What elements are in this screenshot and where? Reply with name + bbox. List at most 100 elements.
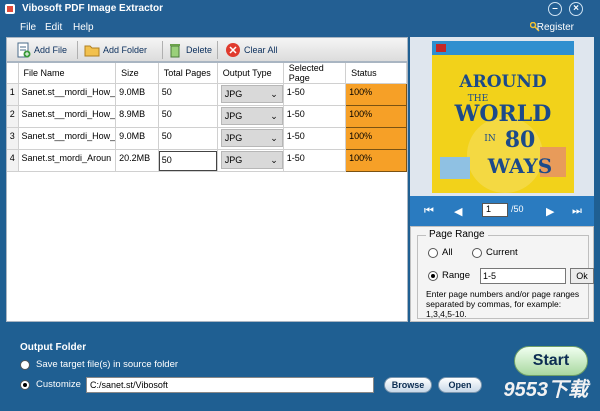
cell-size: 20.2MB — [115, 149, 159, 172]
radio-customize[interactable] — [20, 380, 30, 390]
table-header: File Name Size Total Pages Output Type S… — [7, 63, 407, 84]
cell-total-pages: 50 — [158, 83, 218, 106]
output-type-select[interactable]: JPG ⌄ — [220, 129, 283, 147]
output-path-input[interactable]: C:/sanet.st/Vibosoft — [86, 377, 374, 393]
header-selected-page[interactable]: Selected Page — [283, 63, 347, 84]
radio-range[interactable] — [428, 271, 438, 281]
add-file-icon — [17, 42, 31, 58]
open-button[interactable]: Open — [438, 377, 482, 393]
menu-edit[interactable]: Edit — [45, 22, 62, 33]
cell-selected-page: 1-50 — [283, 83, 347, 106]
add-folder-label: Add Folder — [103, 45, 148, 55]
toolbar-divider — [217, 41, 218, 59]
add-folder-button[interactable]: Add Folder — [84, 41, 147, 59]
ok-button[interactable]: Ok — [570, 268, 594, 284]
output-folder-title: Output Folder — [20, 342, 87, 353]
menu-file[interactable]: File — [20, 22, 36, 33]
row-number: 2 — [7, 105, 19, 128]
cell-output-type: JPG ⌄ — [217, 83, 284, 106]
radio-all[interactable] — [428, 248, 438, 258]
start-button[interactable]: Start — [514, 346, 588, 376]
cell-status: 100% — [345, 83, 407, 106]
table-row[interactable]: 4 Sanet.st_mordi_Aroun 20.2MB 50 JPG ⌄ 1… — [7, 149, 407, 172]
radio-current-label: Current — [486, 247, 518, 258]
output-type-select[interactable]: JPG ⌄ — [220, 107, 283, 125]
cell-size: 9.0MB — [115, 83, 159, 106]
window-title: Vibosoft PDF Image Extractor — [22, 3, 163, 14]
header-index — [7, 63, 19, 84]
header-total-pages[interactable]: Total Pages — [158, 63, 218, 84]
header-output-type[interactable]: Output Type — [217, 63, 284, 84]
output-panel: Output Folder Save target file(s) in sou… — [6, 322, 594, 404]
cell-output-type: JPG ⌄ — [217, 127, 284, 150]
radio-source-folder-label: Save target file(s) in source folder — [36, 359, 179, 370]
chevron-down-icon: ⌄ — [270, 89, 278, 99]
page-range-group: Page Range All Current Range 1-5 Ok Ente… — [417, 229, 594, 319]
chevron-down-icon: ⌄ — [270, 111, 278, 121]
app-window: Vibosoft PDF Image Extractor – × File Ed… — [0, 0, 600, 411]
add-file-label: Add File — [34, 45, 68, 55]
browse-button[interactable]: Browse — [384, 377, 432, 393]
header-file-name[interactable]: File Name — [18, 63, 117, 84]
toolbar-divider — [162, 41, 163, 59]
clear-all-button[interactable]: Clear All — [225, 41, 278, 59]
cell-total-pages: 50 — [158, 127, 218, 150]
cell-status: 100% — [345, 127, 407, 150]
cover-title-line: 80 — [505, 127, 536, 153]
last-page-icon[interactable]: ⏭ — [572, 205, 582, 218]
watermark: 9553下载 — [503, 379, 589, 401]
add-file-button[interactable]: Add File — [15, 41, 67, 59]
trash-icon — [170, 44, 180, 58]
close-button[interactable]: × — [569, 2, 583, 16]
next-page-icon[interactable]: ▶ — [546, 205, 554, 218]
file-table-panel: File Name Size Total Pages Output Type S… — [6, 62, 408, 322]
table-row[interactable]: 2 Sanet.st__mordi_How_ 8.9MB 50 JPG ⌄ 1-… — [7, 105, 407, 128]
chevron-down-icon: ⌄ — [270, 155, 278, 165]
page-navigator: ⏮ ◀ 1 /50 ▶ ⏭ — [410, 196, 594, 226]
cell-size: 9.0MB — [115, 127, 159, 150]
cell-selected-page: 1-50 — [283, 127, 347, 150]
cell-file-name: Sanet.st__mordi_How_ — [18, 127, 117, 150]
radio-all-label: All — [442, 247, 453, 258]
minimize-button[interactable]: – — [548, 2, 562, 16]
folder-icon — [84, 45, 100, 57]
radio-range-label: Range — [442, 270, 470, 281]
page-total: /50 — [511, 204, 524, 214]
cell-status: 100% — [345, 149, 407, 172]
cell-output-type: JPG ⌄ — [217, 105, 284, 128]
range-input[interactable]: 1-5 — [480, 268, 566, 284]
row-number: 4 — [7, 149, 19, 172]
output-type-select[interactable]: JPG ⌄ — [220, 85, 283, 103]
table-row[interactable]: 1 Sanet.st__mordi_How_ 9.0MB 50 JPG ⌄ 1-… — [7, 83, 407, 106]
cell-selected-page: 1-50 — [283, 105, 347, 128]
menu-help[interactable]: Help — [73, 22, 94, 33]
cover-title-line: AROUND — [458, 72, 546, 92]
register-link[interactable]: Register — [537, 22, 574, 33]
table-row[interactable]: 3 Sanet.st__mordi_How_ 9.0MB 50 JPG ⌄ 1-… — [7, 127, 407, 150]
cell-status: 100% — [345, 105, 407, 128]
first-page-icon[interactable]: ⏮ — [424, 205, 434, 218]
output-type-value: JPG — [224, 111, 243, 121]
radio-source-folder[interactable] — [20, 360, 30, 370]
app-logo-icon — [5, 4, 15, 14]
header-size[interactable]: Size — [115, 63, 159, 84]
total-pages-input[interactable]: 50 — [158, 151, 217, 171]
range-hint: Enter page numbers and/or page ranges se… — [426, 289, 580, 319]
delete-button[interactable]: Delete — [167, 41, 212, 59]
menu-bar: File Edit Help Register — [0, 18, 600, 37]
radio-current[interactable] — [472, 248, 482, 258]
header-status[interactable]: Status — [345, 63, 407, 84]
file-table: File Name Size Total Pages Output Type S… — [7, 63, 407, 172]
toolbar: Add File Add Folder Delete Clear All — [6, 37, 408, 62]
page-range-panel: Page Range All Current Range 1-5 Ok Ente… — [410, 226, 594, 322]
clear-icon — [226, 43, 240, 57]
page-number-input[interactable]: 1 — [482, 203, 508, 217]
cell-selected-page: 1-50 — [283, 149, 347, 172]
book-cover-image: AROUND THE WORLD IN 80 WAYS — [410, 37, 594, 196]
cell-output-type: JPG ⌄ — [217, 149, 284, 172]
output-type-select[interactable]: JPG ⌄ — [220, 151, 283, 169]
toolbar-divider — [77, 41, 78, 59]
radio-customize-label: Customize — [36, 379, 81, 390]
prev-page-icon[interactable]: ◀ — [454, 205, 462, 218]
cell-file-name: Sanet.st__mordi_How_ — [18, 105, 117, 128]
